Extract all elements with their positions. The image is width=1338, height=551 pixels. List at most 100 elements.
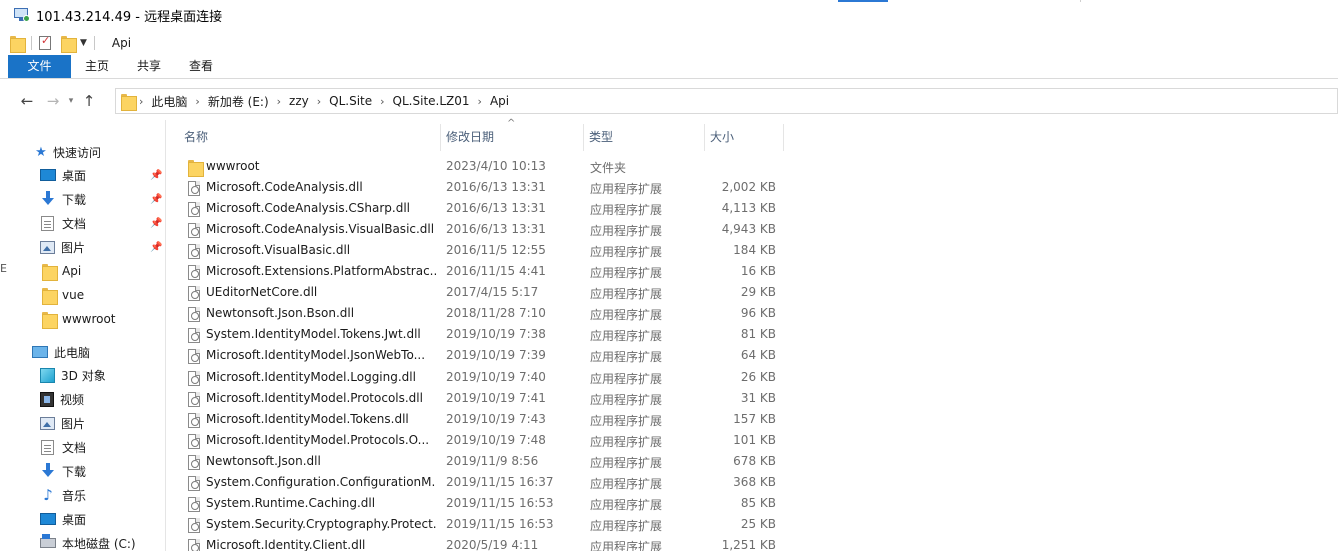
nav-item-wwwroot[interactable]: wwwroot — [0, 307, 166, 331]
file-row[interactable]: Microsoft.Identity.Client.dll 2020/5/19 4… — [180, 536, 780, 551]
file-row[interactable]: UEditorNetCore.dll 2017/4/15 5:17 应用程序扩展 29… — [180, 283, 780, 304]
file-row[interactable]: Microsoft.CodeAnalysis.CSharp.dll 2016/6/… — [180, 199, 780, 220]
file-date: 2019/10/19 7:38 — [446, 327, 546, 341]
file-name: Microsoft.Identity.Client.dll — [206, 538, 366, 551]
file-row[interactable]: System.Security.Cryptography.Protect... 2… — [180, 515, 780, 536]
chevron-down-icon[interactable]: ▼ — [80, 38, 87, 48]
file-row[interactable]: Microsoft.IdentityModel.Logging.dll 2019/… — [180, 368, 780, 389]
file-row[interactable]: Newtonsoft.Json.Bson.dll 2018/11/28 7:10 应… — [180, 304, 780, 325]
recent-chevron-icon[interactable]: ▾ — [64, 90, 78, 112]
file-size: 184 KB — [733, 243, 776, 257]
up-arrow-icon[interactable]: ↑ — [78, 90, 100, 112]
breadcrumb-chevron-icon[interactable]: › — [191, 95, 203, 108]
tab-home[interactable]: 主页 — [71, 55, 123, 78]
pin-icon[interactable]: 📌 — [150, 194, 162, 205]
new-folder-icon[interactable] — [61, 35, 77, 53]
file-row[interactable]: Microsoft.IdentityModel.Protocols.O... 20… — [180, 431, 780, 452]
file-row[interactable]: wwwroot 2023/4/10 10:13 文件夹 — [180, 157, 780, 178]
file-row[interactable]: System.IdentityModel.Tokens.Jwt.dll 2019/… — [180, 325, 780, 346]
file-date: 2019/10/19 7:43 — [446, 412, 546, 426]
file-type: 应用程序扩展 — [590, 182, 663, 196]
file-type: 应用程序扩展 — [590, 372, 663, 386]
nav-item-documents[interactable]: 文档 📌 — [0, 211, 166, 235]
file-name: Microsoft.Extensions.PlatformAbstrac... — [206, 264, 436, 278]
forward-arrow-icon[interactable]: → — [42, 90, 64, 112]
pin-icon[interactable]: 📌 — [150, 242, 162, 253]
rdp-title-bar: 101.43.214.49 - 远程桌面连接 — [0, 0, 1338, 30]
breadcrumb-item[interactable]: QL.Site.LZ01 — [389, 94, 474, 108]
file-name: System.Runtime.Caching.dll — [206, 496, 376, 510]
nav-item-pictures-pc[interactable]: 图片 — [0, 411, 166, 435]
nav-item-desktop[interactable]: 桌面 📌 — [0, 163, 166, 187]
file-row[interactable]: Microsoft.IdentityModel.JsonWebTo... 2019… — [180, 346, 780, 367]
breadcrumb-item[interactable]: QL.Site — [325, 94, 376, 108]
back-arrow-icon[interactable]: ← — [16, 90, 38, 112]
file-row[interactable]: System.Runtime.Caching.dll 2019/11/15 16:… — [180, 494, 780, 515]
file-date: 2017/4/15 5:17 — [446, 285, 539, 299]
file-date: 2016/11/15 4:41 — [446, 264, 546, 278]
file-row[interactable]: Microsoft.IdentityModel.Protocols.dll 201… — [180, 389, 780, 410]
column-header-name[interactable]: 名称 — [178, 124, 440, 151]
column-header-type[interactable]: 类型 — [583, 124, 704, 151]
breadcrumb-item[interactable]: Api — [486, 94, 513, 108]
file-row[interactable]: Newtonsoft.Json.dll 2019/11/9 8:56 应用程序扩展 6… — [180, 452, 780, 473]
file-row[interactable]: Microsoft.CodeAnalysis.dll 2016/6/13 13:3… — [180, 178, 780, 199]
breadcrumb-item[interactable]: 新加卷 (E:) — [204, 93, 273, 110]
nav-item-desktop-pc[interactable]: 桌面 — [0, 507, 166, 531]
file-type: 应用程序扩展 — [590, 456, 663, 470]
file-name: Microsoft.IdentityModel.JsonWebTo... — [206, 348, 426, 362]
file-name: System.Configuration.ConfigurationM... — [206, 475, 436, 489]
download-icon — [40, 463, 56, 479]
folder-icon[interactable] — [10, 35, 26, 53]
breadcrumb-chevron-icon[interactable]: › — [474, 95, 486, 108]
file-date: 2019/11/15 16:53 — [446, 517, 554, 531]
breadcrumb-item[interactable]: zzy — [285, 94, 313, 108]
pin-icon[interactable]: 📌 — [150, 218, 162, 229]
nav-item-local-disk-c[interactable]: 本地磁盘 (C:) — [0, 531, 166, 551]
dll-file-icon — [188, 202, 200, 217]
nav-item-vue[interactable]: vue — [0, 283, 166, 307]
file-size: 678 KB — [733, 454, 776, 468]
file-date: 2019/11/15 16:37 — [446, 475, 554, 489]
tab-view[interactable]: 查看 — [175, 55, 227, 78]
file-row[interactable]: Microsoft.IdentityModel.Tokens.dll 2019/1… — [180, 410, 780, 431]
file-row[interactable]: Microsoft.CodeAnalysis.VisualBasic.dll 20… — [180, 220, 780, 241]
nav-item-downloads[interactable]: 下载 📌 — [0, 187, 166, 211]
nav-item-downloads-pc[interactable]: 下载 — [0, 459, 166, 483]
file-row[interactable]: Microsoft.Extensions.PlatformAbstrac... 2… — [180, 262, 780, 283]
nav-this-pc[interactable]: 此电脑 — [0, 340, 166, 364]
column-header-date[interactable]: 修改日期 — [440, 124, 584, 151]
properties-icon[interactable] — [39, 34, 51, 50]
file-name: UEditorNetCore.dll — [206, 285, 318, 299]
file-name: Microsoft.IdentityModel.Protocols.dll — [206, 391, 423, 405]
tab-share[interactable]: 共享 — [123, 55, 175, 78]
nav-item-3d-objects[interactable]: 3D 对象 — [0, 363, 166, 387]
dll-file-icon — [188, 497, 200, 512]
dll-file-icon — [188, 455, 200, 470]
column-header-size[interactable]: 大小 — [704, 124, 784, 151]
dll-file-icon — [188, 518, 200, 533]
nav-quick-access[interactable]: ★ 快速访问 — [0, 140, 166, 164]
tab-file[interactable]: 文件 — [8, 55, 71, 78]
nav-item-music[interactable]: ♪ 音乐 — [0, 483, 166, 507]
breadcrumb-chevron-icon[interactable]: › — [376, 95, 388, 108]
computer-icon — [32, 346, 48, 358]
nav-item-pictures[interactable]: 图片 📌 — [0, 235, 166, 259]
nav-item-videos[interactable]: 视频 — [0, 387, 166, 411]
dll-file-icon — [188, 434, 200, 449]
nav-item-documents-pc[interactable]: 文档 — [0, 435, 166, 459]
file-size: 2,002 KB — [721, 180, 776, 194]
file-size: 29 KB — [740, 285, 776, 299]
file-row[interactable]: Microsoft.VisualBasic.dll 2016/11/5 12:55… — [180, 241, 780, 262]
breadcrumb-chevron-icon[interactable]: › — [313, 95, 325, 108]
nav-item-api[interactable]: Api — [0, 259, 166, 283]
dll-file-icon — [188, 265, 200, 280]
file-type: 应用程序扩展 — [590, 203, 663, 217]
pin-icon[interactable]: 📌 — [150, 170, 162, 181]
breadcrumb-chevron-icon[interactable]: › — [273, 95, 285, 108]
column-divider[interactable] — [783, 124, 784, 151]
breadcrumb-item[interactable]: 此电脑 — [147, 93, 191, 110]
address-bar[interactable]: › 此电脑 › 新加卷 (E:) › zzy › QL.Site › QL.Si… — [115, 88, 1338, 114]
file-row[interactable]: System.Configuration.ConfigurationM... 20… — [180, 473, 780, 494]
file-name: Microsoft.VisualBasic.dll — [206, 243, 351, 257]
